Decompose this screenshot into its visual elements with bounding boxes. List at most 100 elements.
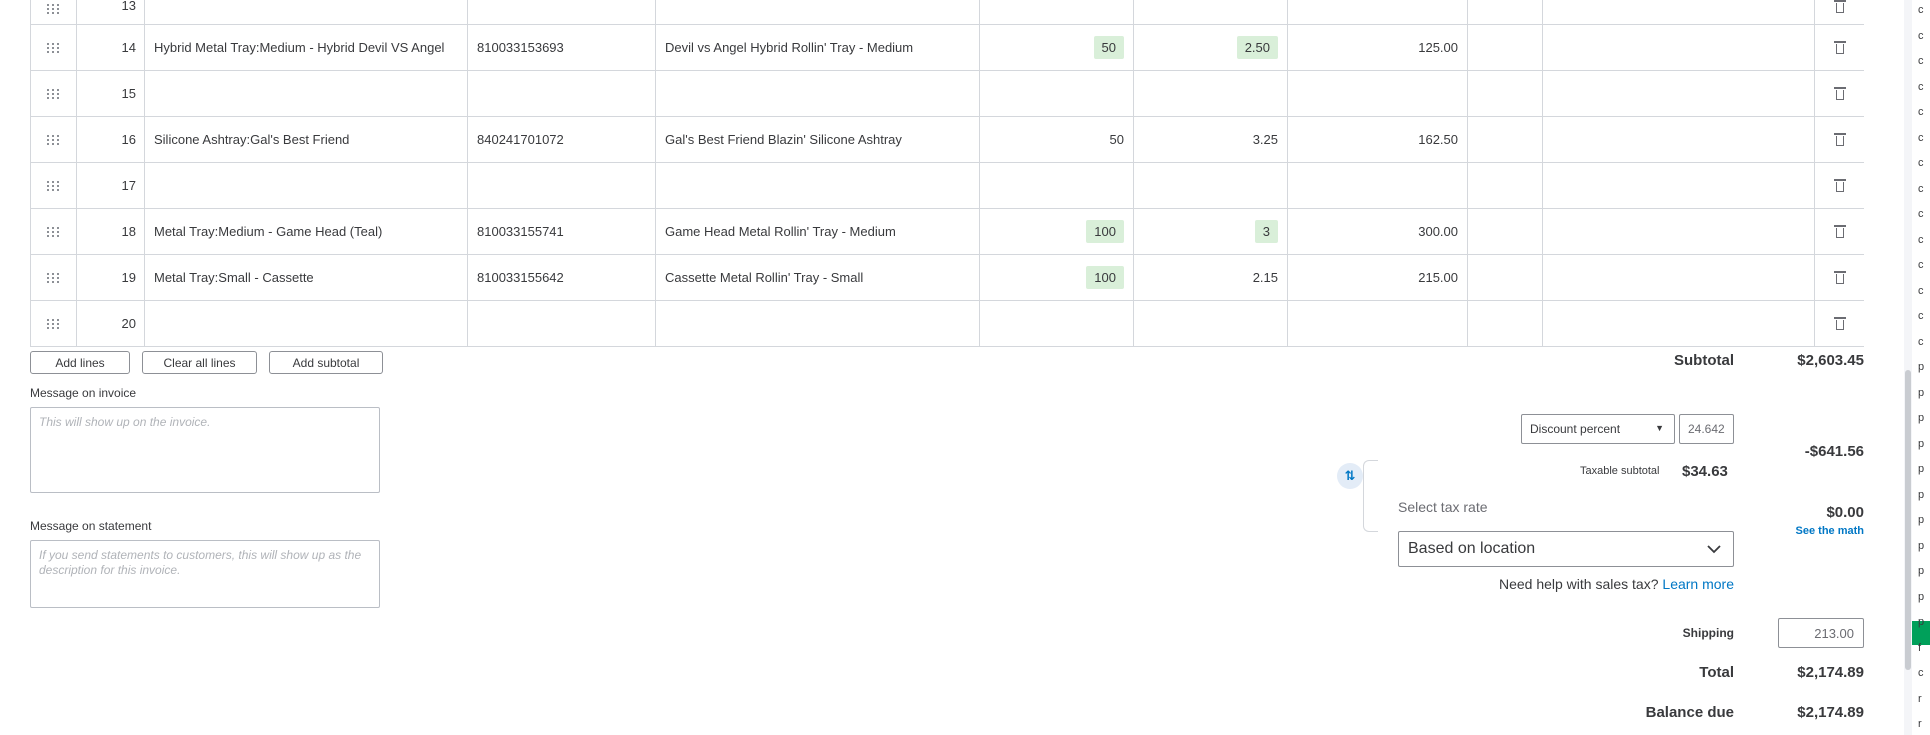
delete-line-icon[interactable] <box>1815 255 1864 300</box>
amount-cell[interactable] <box>1288 163 1468 208</box>
sku-cell[interactable]: 810033155642 <box>468 255 656 300</box>
product-cell[interactable]: Metal Tray:Small - Cassette <box>145 255 468 300</box>
class-cell[interactable] <box>1543 71 1815 116</box>
amount-cell[interactable] <box>1288 0 1468 24</box>
table-row[interactable]: 20 <box>30 301 1864 347</box>
sku-cell[interactable] <box>468 71 656 116</box>
tax-cell[interactable] <box>1468 117 1543 162</box>
drag-handle-icon[interactable] <box>30 0 77 24</box>
tax-cell[interactable] <box>1468 209 1543 254</box>
rate-cell[interactable] <box>1134 163 1288 208</box>
amount-cell[interactable]: 215.00 <box>1288 255 1468 300</box>
drag-handle-icon[interactable] <box>30 301 77 346</box>
tax-rate-select[interactable]: Based on location <box>1398 531 1734 567</box>
tax-cell[interactable] <box>1468 71 1543 116</box>
class-cell[interactable] <box>1543 163 1815 208</box>
sku-cell[interactable] <box>468 163 656 208</box>
drag-handle-icon[interactable] <box>30 117 77 162</box>
add-subtotal-button[interactable]: Add subtotal <box>269 351 383 374</box>
reorder-tax-discount-icon[interactable]: ⇅ <box>1337 463 1363 489</box>
rate-cell[interactable]: 3.25 <box>1134 117 1288 162</box>
delete-line-icon[interactable] <box>1815 209 1864 254</box>
sku-cell[interactable]: 810033153693 <box>468 25 656 70</box>
delete-line-icon[interactable] <box>1815 0 1864 24</box>
drag-handle-icon[interactable] <box>30 209 77 254</box>
qty-cell[interactable] <box>980 71 1134 116</box>
drag-handle-icon[interactable] <box>30 163 77 208</box>
amount-cell[interactable] <box>1288 301 1468 346</box>
description-cell[interactable] <box>656 163 980 208</box>
sku-cell[interactable] <box>468 301 656 346</box>
delete-line-icon[interactable] <box>1815 163 1864 208</box>
description-cell[interactable] <box>656 71 980 116</box>
delete-line-icon[interactable] <box>1815 71 1864 116</box>
sku-cell[interactable]: 810033155741 <box>468 209 656 254</box>
tax-cell[interactable] <box>1468 255 1543 300</box>
drag-handle-icon[interactable] <box>30 255 77 300</box>
rate-cell[interactable]: 3 <box>1134 209 1288 254</box>
delete-line-icon[interactable] <box>1815 25 1864 70</box>
table-row[interactable]: 18 Metal Tray:Medium - Game Head (Teal) 81… <box>30 209 1864 255</box>
qty-cell[interactable]: 100 <box>980 209 1134 254</box>
class-cell[interactable] <box>1543 117 1815 162</box>
drag-handle-icon[interactable] <box>30 71 77 116</box>
discount-type-select[interactable]: Discount percent ▼ <box>1521 414 1675 444</box>
class-cell[interactable] <box>1543 0 1815 24</box>
description-cell[interactable] <box>656 301 980 346</box>
message-on-statement-field[interactable]: If you send statements to customers, thi… <box>30 540 380 608</box>
clear-all-lines-button[interactable]: Clear all lines <box>142 351 257 374</box>
sku-cell[interactable] <box>468 0 656 24</box>
class-cell[interactable] <box>1543 301 1815 346</box>
product-cell[interactable] <box>145 71 468 116</box>
product-cell[interactable] <box>145 163 468 208</box>
shipping-input[interactable]: 213.00 <box>1778 618 1864 648</box>
description-cell[interactable]: Devil vs Angel Hybrid Rollin' Tray - Med… <box>656 25 980 70</box>
class-cell[interactable] <box>1543 25 1815 70</box>
discount-percent-input[interactable]: 24.642 <box>1679 414 1734 444</box>
table-row[interactable]: 15 <box>30 71 1864 117</box>
table-row[interactable]: 14 Hybrid Metal Tray:Medium - Hybrid Devi… <box>30 25 1864 71</box>
qty-cell[interactable]: 100 <box>980 255 1134 300</box>
delete-line-icon[interactable] <box>1815 301 1864 346</box>
table-row[interactable]: 16 Silicone Ashtray:Gal's Best Friend 8402… <box>30 117 1864 163</box>
see-the-math-link[interactable]: See the math <box>1744 525 1864 537</box>
qty-cell[interactable] <box>980 301 1134 346</box>
table-row[interactable]: 13 <box>30 0 1864 25</box>
product-cell[interactable] <box>145 0 468 24</box>
rate-cell[interactable]: 2.15 <box>1134 255 1288 300</box>
amount-cell[interactable]: 300.00 <box>1288 209 1468 254</box>
amount-cell[interactable]: 162.50 <box>1288 117 1468 162</box>
message-on-invoice-field[interactable]: This will show up on the invoice. <box>30 407 380 493</box>
rate-cell[interactable]: 2.50 <box>1134 25 1288 70</box>
table-row[interactable]: 19 Metal Tray:Small - Cassette 81003315564… <box>30 255 1864 301</box>
qty-cell[interactable]: 50 <box>980 117 1134 162</box>
rate-cell[interactable] <box>1134 0 1288 24</box>
scrollbar-thumb[interactable] <box>1905 370 1911 670</box>
add-lines-button[interactable]: Add lines <box>30 351 130 374</box>
description-cell[interactable]: Game Head Metal Rollin' Tray - Medium <box>656 209 980 254</box>
tax-cell[interactable] <box>1468 0 1543 24</box>
qty-cell[interactable] <box>980 163 1134 208</box>
amount-cell[interactable]: 125.00 <box>1288 25 1468 70</box>
drag-handle-icon[interactable] <box>30 25 77 70</box>
amount-cell[interactable] <box>1288 71 1468 116</box>
description-cell[interactable] <box>656 0 980 24</box>
table-row[interactable]: 17 <box>30 163 1864 209</box>
rate-cell[interactable] <box>1134 301 1288 346</box>
learn-more-link[interactable]: Learn more <box>1662 576 1734 592</box>
tax-cell[interactable] <box>1468 25 1543 70</box>
qty-cell[interactable]: 50 <box>980 25 1134 70</box>
description-cell[interactable]: Gal's Best Friend Blazin' Silicone Ashtr… <box>656 117 980 162</box>
rate-cell[interactable] <box>1134 71 1288 116</box>
description-cell[interactable]: Cassette Metal Rollin' Tray - Small <box>656 255 980 300</box>
product-cell[interactable]: Metal Tray:Medium - Game Head (Teal) <box>145 209 468 254</box>
product-cell[interactable]: Hybrid Metal Tray:Medium - Hybrid Devil … <box>145 25 468 70</box>
delete-line-icon[interactable] <box>1815 117 1864 162</box>
class-cell[interactable] <box>1543 209 1815 254</box>
qty-cell[interactable] <box>980 0 1134 24</box>
sku-cell[interactable]: 840241701072 <box>468 117 656 162</box>
product-cell[interactable]: Silicone Ashtray:Gal's Best Friend <box>145 117 468 162</box>
class-cell[interactable] <box>1543 255 1815 300</box>
tax-cell[interactable] <box>1468 301 1543 346</box>
product-cell[interactable] <box>145 301 468 346</box>
